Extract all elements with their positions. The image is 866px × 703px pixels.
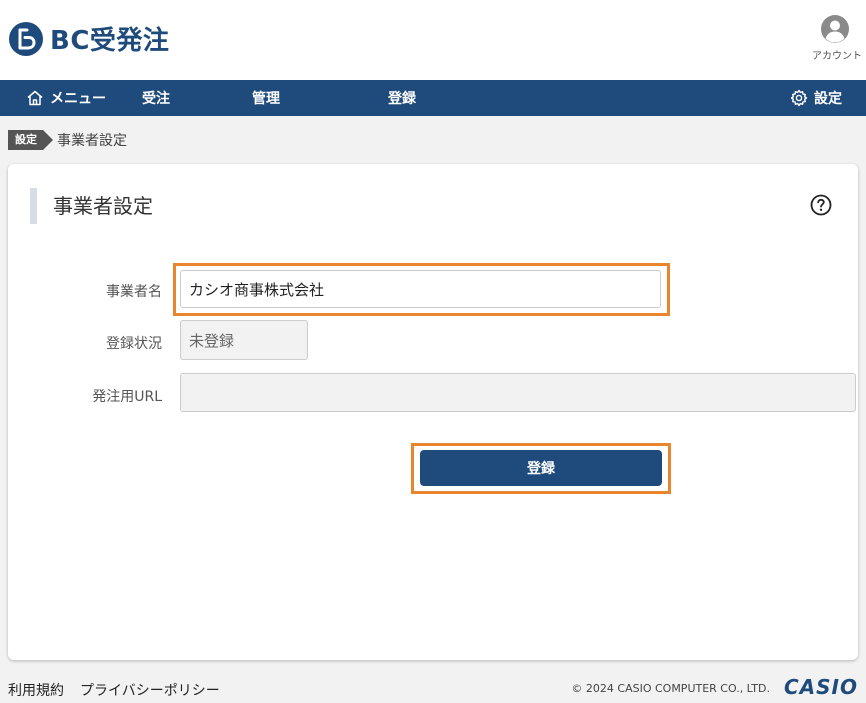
breadcrumb-parent[interactable]: 設定 [8, 130, 53, 150]
logo-mark-icon [9, 21, 43, 56]
footer: 利用規約 プライバシーポリシー © 2024 CASIO COMPUTER CO… [0, 672, 866, 703]
business-name-input[interactable] [180, 270, 661, 308]
breadcrumb-current: 事業者設定 [57, 133, 127, 149]
status-label: 登録状況 [106, 336, 162, 352]
nav-order[interactable]: 受注 [142, 80, 170, 116]
order-url-field [180, 373, 856, 412]
user-icon [821, 15, 849, 43]
home-icon [27, 90, 43, 106]
help-icon[interactable] [810, 194, 832, 216]
nav-settings-label: 設定 [814, 91, 842, 107]
nav-manage[interactable]: 管理 [252, 80, 280, 116]
status-field [180, 320, 308, 360]
gear-icon [790, 89, 808, 107]
logo-text: BC受発注 [50, 26, 170, 56]
breadcrumb: 設定 事業者設定 [8, 130, 127, 150]
nav-register[interactable]: 登録 [388, 80, 416, 116]
terms-link[interactable]: 利用規約 [8, 680, 64, 700]
casio-logo: CASIO [783, 675, 858, 699]
settings-card: 事業者設定 事業者名 登録状況 発注用URL 登録 [8, 164, 858, 660]
order-url-label: 発注用URL [92, 389, 162, 405]
copyright: © 2024 CASIO COMPUTER CO., LTD. [571, 682, 770, 695]
nav-menu-label: メニュー [50, 91, 106, 107]
main-nav: メニュー 受注 管理 登録 設定 [0, 80, 866, 116]
nav-menu[interactable]: メニュー [26, 80, 106, 116]
business-name-label: 事業者名 [106, 284, 162, 300]
app-logo[interactable]: BC受発注 [8, 20, 169, 57]
account-button[interactable]: アカウント [812, 14, 862, 62]
privacy-link[interactable]: プライバシーポリシー [80, 680, 220, 700]
app-header: BC受発注 アカウント [0, 0, 866, 80]
page-title: 事業者設定 [30, 188, 153, 224]
nav-settings[interactable]: 設定 [790, 80, 842, 116]
register-button[interactable]: 登録 [420, 450, 662, 486]
account-label: アカウント [812, 51, 862, 62]
